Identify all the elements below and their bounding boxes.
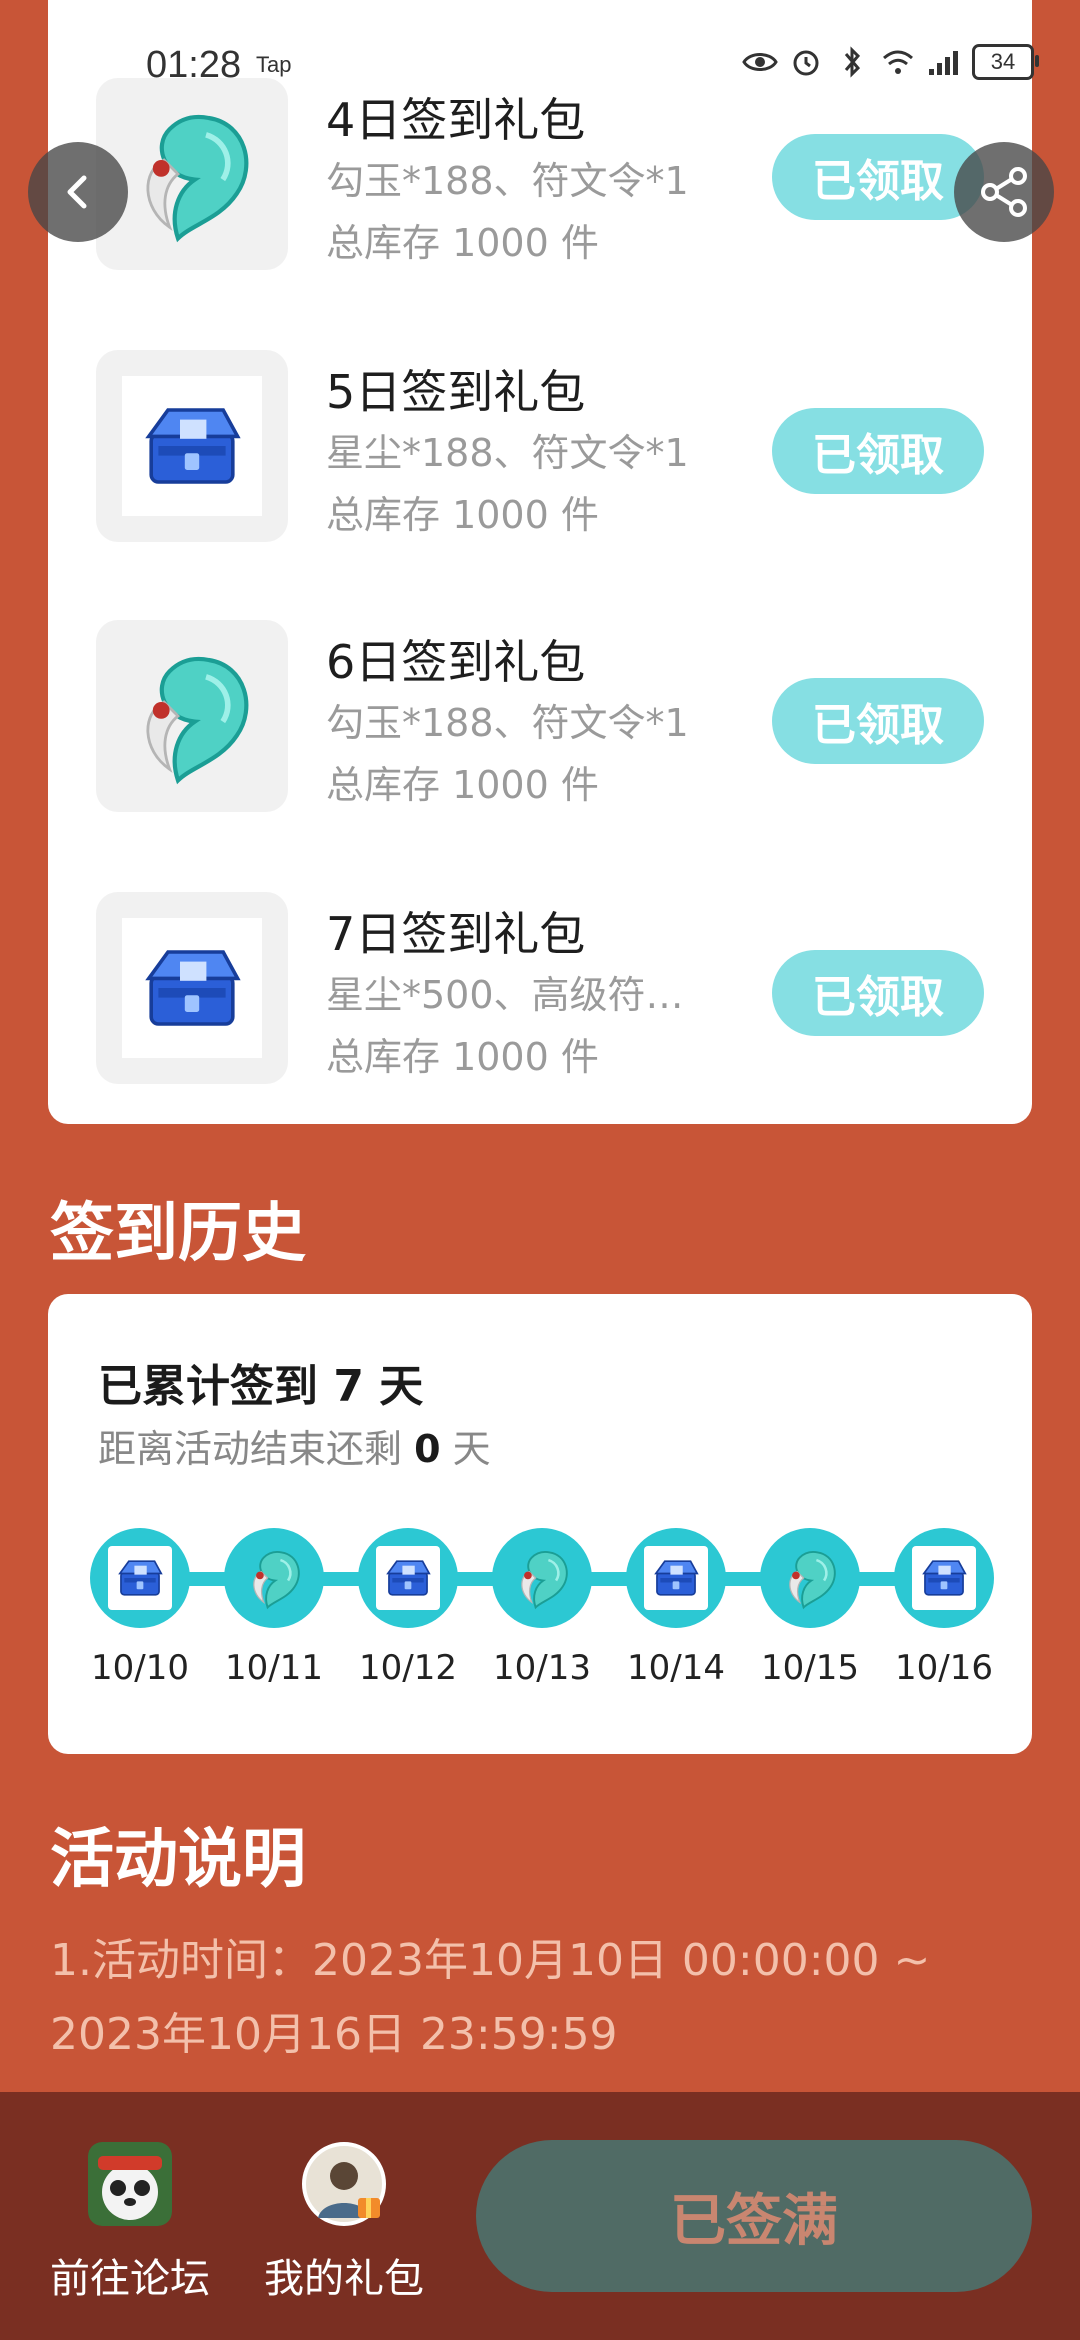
reward-row: 5日签到礼包 星尘*188、符文令*1 总库存 1000 件 已领取 [48, 350, 1032, 550]
remain-prefix: 距离活动结束还剩 [98, 1427, 403, 1471]
reward-thumbnail [96, 620, 288, 812]
timeline-day: 10/13 [492, 1528, 592, 1688]
back-button[interactable] [28, 142, 128, 242]
alarm-icon [788, 44, 824, 80]
reward-title: 6日签到礼包 [326, 635, 586, 689]
day-date: 10/16 [895, 1648, 993, 1688]
magatama-icon [778, 1546, 842, 1610]
reward-row: 7日签到礼包 星尘*500、高级符… 总库存 1000 件 已领取 [48, 892, 1032, 1092]
status-icons: 34 [742, 44, 1039, 80]
signal-icon [926, 44, 962, 80]
game-avatar-icon [88, 2142, 172, 2226]
reward-thumbnail [96, 350, 288, 542]
claimed-button[interactable]: 已领取 [772, 950, 984, 1036]
bottom-action-bar: 前往论坛 我的礼包 已签满 [0, 2092, 1080, 2340]
day-date: 10/15 [761, 1648, 859, 1688]
timeline-day: 10/16 [894, 1528, 994, 1688]
reward-row: 6日签到礼包 勾玉*188、符文令*1 总库存 1000 件 已领取 [48, 620, 1032, 820]
treasure-chest-icon [380, 1550, 436, 1606]
chevron-left-icon [67, 175, 87, 209]
history-card: 已累计签到 7 天 距离活动结束还剩 0 天 10/10 10/11 10/12… [48, 1294, 1032, 1754]
description-section-title: 活动说明 [50, 1823, 306, 1897]
total-prefix: 已累计签到 [98, 1361, 318, 1412]
battery-indicator: 34 [972, 44, 1039, 80]
timeline-day: 10/14 [626, 1528, 726, 1688]
claimed-button[interactable]: 已领取 [772, 678, 984, 764]
day-date: 10/11 [225, 1648, 323, 1688]
magatama-icon [122, 646, 262, 786]
timeline-day: 10/12 [358, 1528, 458, 1688]
reward-stock: 总库存 1000 件 [326, 763, 599, 807]
history-section-title: 签到历史 [50, 1197, 306, 1271]
reward-stock: 总库存 1000 件 [326, 493, 599, 537]
eye-icon [742, 44, 778, 80]
reward-items: 星尘*500、高级符… [326, 973, 684, 1017]
my-gifts-link[interactable]: 我的礼包 [254, 2142, 434, 2304]
treasure-chest-icon [648, 1550, 704, 1606]
day-badge [760, 1528, 860, 1628]
my-gifts-label: 我的礼包 [264, 2256, 424, 2302]
total-checkin-days: 已累计签到 7 天 [98, 1350, 423, 1414]
day-badge [358, 1528, 458, 1628]
signed-full-button[interactable]: 已签满 [476, 2140, 1032, 2292]
status-bar: 01:28 Tap 34 [0, 0, 1080, 130]
day-date: 10/10 [91, 1648, 189, 1688]
status-time: 01:28 [146, 44, 242, 86]
timeline-day: 10/11 [224, 1528, 324, 1688]
remain-suffix: 天 [452, 1427, 491, 1471]
reward-items: 勾玉*188、符文令*1 [326, 701, 689, 745]
day-badge [90, 1528, 190, 1628]
treasure-chest-icon [132, 386, 252, 506]
reward-items: 星尘*188、符文令*1 [326, 431, 689, 475]
claimed-button[interactable]: 已领取 [772, 408, 984, 494]
reward-thumbnail [96, 892, 288, 1084]
total-days-value: 7 [333, 1361, 364, 1412]
reward-title: 5日签到礼包 [326, 365, 586, 419]
magatama-icon [510, 1546, 574, 1610]
forum-label: 前往论坛 [50, 2256, 210, 2302]
reward-stock: 总库存 1000 件 [326, 221, 599, 265]
forum-link[interactable]: 前往论坛 [40, 2142, 220, 2304]
timeline-day: 10/10 [90, 1528, 190, 1688]
share-button[interactable] [954, 142, 1054, 242]
day-badge [894, 1528, 994, 1628]
reward-list-card: 4日签到礼包 勾玉*188、符文令*1 总库存 1000 件 已领取 5日签到礼… [48, 0, 1032, 1124]
day-date: 10/13 [493, 1648, 591, 1688]
user-avatar-icon [302, 2142, 386, 2226]
reward-stock: 总库存 1000 件 [326, 1035, 599, 1079]
reward-items: 勾玉*188、符文令*1 [326, 159, 689, 203]
remaining-days: 距离活动结束还剩 0 天 [98, 1418, 491, 1473]
day-badge [224, 1528, 324, 1628]
day-badge [492, 1528, 592, 1628]
claimed-button[interactable]: 已领取 [772, 134, 984, 220]
status-carrier-badge: Tap [256, 52, 292, 77]
total-suffix: 天 [379, 1361, 424, 1412]
day-date: 10/12 [359, 1648, 457, 1688]
bluetooth-icon [834, 44, 870, 80]
remain-days-value: 0 [414, 1427, 441, 1471]
timeline-day: 10/15 [760, 1528, 860, 1688]
description-line: 2023年10月16日 23:59:59 [50, 2009, 618, 2060]
magatama-icon [242, 1546, 306, 1610]
description-line: 1.活动时间：2023年10月10日 00:00:00 ~ [50, 1935, 931, 1986]
treasure-chest-icon [132, 928, 252, 1048]
wifi-icon [880, 44, 916, 80]
share-icon [981, 167, 1027, 217]
day-badge [626, 1528, 726, 1628]
reward-title: 7日签到礼包 [326, 907, 586, 961]
treasure-chest-icon [112, 1550, 168, 1606]
day-date: 10/14 [627, 1648, 725, 1688]
treasure-chest-icon [916, 1550, 972, 1606]
